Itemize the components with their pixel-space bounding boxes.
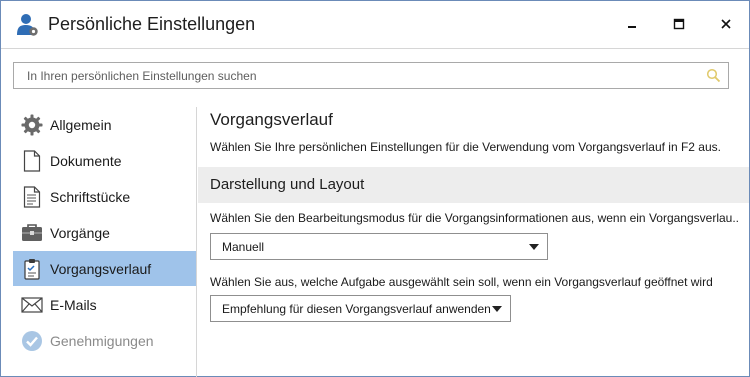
sidebar-item-genehmigungen[interactable]: Genehmigungen [13,323,196,358]
clipboard-icon [20,257,44,281]
edit-mode-value: Manuell [222,240,265,254]
minimize-icon [628,26,636,28]
title-bar: Persönliche Einstellungen [1,1,749,49]
sidebar-item-dokumente[interactable]: Dokumente [13,143,196,178]
sidebar-item-vorgangsverlauf[interactable]: Vorgangsverlauf [13,251,196,286]
section-header: Darstellung und Layout [198,167,749,203]
minimize-button[interactable] [621,13,643,35]
sidebar-item-label: Allgemein [50,116,112,133]
document-icon [20,149,44,173]
task-selection-select[interactable]: Empfehlung für diesen Vorgangsverlauf an… [210,295,511,322]
sidebar-item-label: Vorgangsverlauf [50,260,152,277]
briefcase-icon [20,221,44,245]
maximize-icon [673,18,685,30]
check-circle-icon [20,329,44,353]
search-box [13,62,729,89]
user-settings-icon [17,13,39,37]
sidebar-item-label: Dokumente [50,152,122,169]
window-title: Persönliche Einstellungen [48,14,256,34]
chevron-down-icon [529,244,539,250]
settings-window: Persönliche Einstellungen In Ihren persö… [0,0,750,377]
settings-content: Vorgangsverlauf Wählen Sie Ihre persönli… [198,107,750,377]
sidebar-item-schriftstuecke[interactable]: Schriftstücke [13,179,196,214]
sidebar-item-vorgaenge[interactable]: Vorgänge [13,215,196,250]
envelope-icon [20,293,44,317]
close-button[interactable] [715,13,737,35]
chevron-down-icon [492,306,502,312]
search-icon[interactable] [706,68,721,83]
sidebar-item-allgemein[interactable]: Allgemein [13,107,196,142]
sidebar-item-label: Schriftstücke [50,188,131,205]
section-title: Darstellung und Layout [210,176,365,193]
page-description: Wählen Sie Ihre persönlichen Einstellung… [210,140,721,154]
edit-mode-label: Wählen Sie den Bearbeitungsmodus für die… [210,211,740,225]
task-selection-label: Wählen Sie aus, welche Aufgabe ausgewähl… [210,275,713,289]
settings-sidebar: Allgemein Dokumente Schriftstücke Vorgän… [1,107,197,377]
task-selection-value: Empfehlung für diesen Vorgangsverlauf an… [222,302,491,316]
search-input[interactable] [14,63,704,88]
sidebar-item-label: Vorgänge [50,224,110,241]
sidebar-item-label: E-Mails [50,296,97,313]
sidebar-item-emails[interactable]: E-Mails [13,287,196,322]
page-title: Vorgangsverlauf [210,110,333,129]
edit-mode-select[interactable]: Manuell [210,233,548,260]
gear-icon [20,113,44,137]
text-document-icon [20,185,44,209]
sidebar-item-label: Genehmigungen [50,332,154,349]
close-icon [721,19,731,29]
maximize-button[interactable] [668,13,690,35]
